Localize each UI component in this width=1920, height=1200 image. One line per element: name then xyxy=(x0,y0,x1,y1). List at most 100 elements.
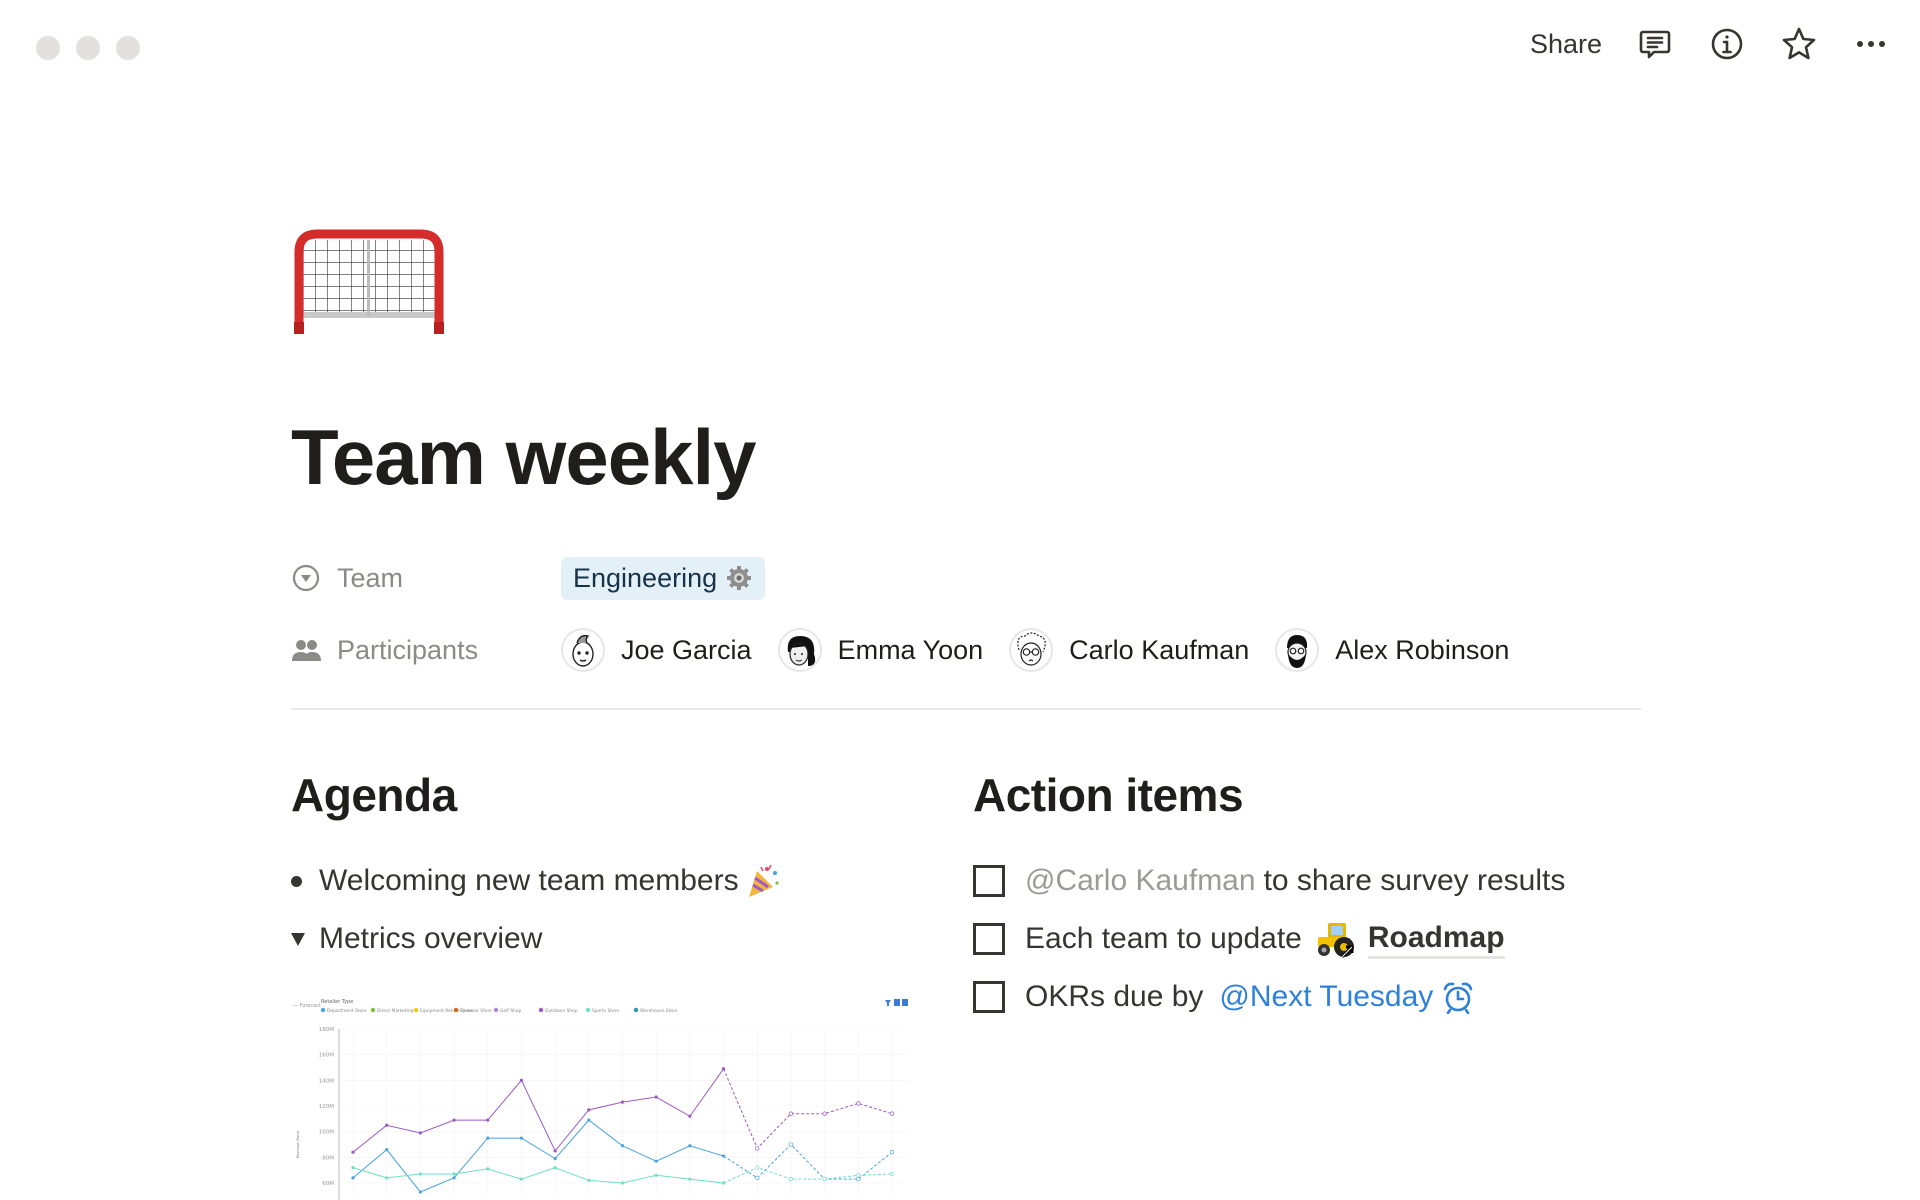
legend-marker xyxy=(320,1007,326,1013)
legend-entry: Department Store xyxy=(327,1008,367,1014)
legend-entry: Warehouse Store xyxy=(640,1008,678,1014)
property-label-team[interactable]: Team xyxy=(291,563,561,594)
gear-icon xyxy=(727,566,752,590)
data-point xyxy=(519,1177,524,1181)
data-point xyxy=(721,1067,726,1071)
todo-item: @Carlo Kaufman to share survey results xyxy=(973,852,1653,910)
y-tick-label: 160M xyxy=(319,1053,334,1059)
data-point xyxy=(721,1154,726,1158)
data-point xyxy=(486,1136,490,1140)
date-mention[interactable]: @Next Tuesday xyxy=(1219,980,1475,1014)
data-point xyxy=(553,1149,557,1153)
team-label: Team xyxy=(337,562,404,593)
participant-emma-yoon[interactable]: Emma Yoon xyxy=(777,628,983,672)
forecast-point xyxy=(889,1150,895,1155)
action-items-column: Action items @Carlo Kaufman to share sur… xyxy=(973,768,1653,1026)
hockey-goal-icon[interactable] xyxy=(291,226,447,338)
forecast-label: — Forecast xyxy=(293,1003,321,1009)
tractor-icon xyxy=(1317,923,1354,959)
data-point xyxy=(553,1166,557,1170)
roadmap-link-label: Roadmap xyxy=(1367,920,1505,959)
close-window-button[interactable] xyxy=(36,36,60,60)
carlo-avatar xyxy=(1009,628,1054,672)
forecast-point xyxy=(889,1171,895,1177)
y-tick-label: 180M xyxy=(319,1027,334,1033)
todo-text: Each team to update xyxy=(1025,922,1302,955)
legend-title: Retailer Type xyxy=(321,999,353,1005)
y-tick-label: 60M xyxy=(322,1181,334,1187)
select-icon xyxy=(291,563,321,593)
y-tick-label: 120M xyxy=(319,1104,334,1110)
action-items-list: @Carlo Kaufman to share survey results E… xyxy=(973,852,1653,1026)
y-tick-label: 80M xyxy=(322,1155,334,1161)
agenda-list: Welcoming new team members Metrics overv… xyxy=(291,852,911,968)
data-point xyxy=(688,1177,692,1181)
participant-carlo-kaufman[interactable]: Carlo Kaufman xyxy=(1009,628,1249,672)
info-icon[interactable] xyxy=(1708,25,1746,63)
forecast-point xyxy=(755,1175,760,1181)
todo-checkbox[interactable] xyxy=(973,981,1005,1013)
todo-checkbox[interactable] xyxy=(973,923,1005,955)
todo-text: OKRs due by xyxy=(1025,980,1204,1013)
legend-marker xyxy=(493,1007,499,1013)
data-point xyxy=(452,1118,456,1122)
toggle-triangle-icon[interactable] xyxy=(291,932,319,946)
agenda-heading[interactable]: Agenda xyxy=(291,768,911,824)
forecast-line-outdoors-shop xyxy=(723,1068,893,1150)
forecast-line-sports-store xyxy=(723,1167,893,1184)
legend-entry: Eyewear Store xyxy=(460,1008,492,1014)
forecast-point xyxy=(788,1111,794,1116)
top-bar: Share xyxy=(1530,22,1890,66)
forecast-point xyxy=(856,1101,861,1106)
data-point xyxy=(486,1118,490,1122)
data-point xyxy=(587,1118,591,1122)
filter-icon xyxy=(885,1000,891,1006)
share-button[interactable]: Share xyxy=(1530,29,1602,60)
property-team: Team Engineering xyxy=(291,553,766,603)
participant-alex-robinson[interactable]: Alex Robinson xyxy=(1275,628,1509,672)
data-point xyxy=(452,1172,456,1176)
data-point xyxy=(620,1100,625,1104)
todo-item: OKRs due by @Next Tuesday xyxy=(973,968,1653,1026)
minimize-window-button[interactable] xyxy=(76,36,100,60)
team-tag[interactable]: Engineering xyxy=(561,556,766,600)
legend-marker xyxy=(370,1007,376,1013)
agenda-item-welcome[interactable]: Welcoming new team members xyxy=(291,852,911,910)
data-point xyxy=(688,1144,692,1148)
legend-marker xyxy=(538,1007,544,1013)
metrics-chart[interactable]: — Forecast Retailer Type Department Store D… xyxy=(291,990,916,1200)
y-tick-label: 140M xyxy=(319,1078,334,1084)
forecast-point xyxy=(856,1176,861,1182)
legend-entry: Sports Store xyxy=(592,1008,619,1014)
data-point xyxy=(654,1159,658,1163)
action-items-heading[interactable]: Action items xyxy=(973,768,1653,824)
series-line-department-store xyxy=(352,1119,724,1193)
star-icon[interactable] xyxy=(1780,25,1818,63)
participant-joe-garcia[interactable]: Joe Garcia xyxy=(561,628,752,672)
legend-marker xyxy=(453,1007,459,1013)
data-point xyxy=(519,1078,524,1082)
team-value: Engineering xyxy=(573,562,718,593)
roadmap-page-link[interactable]: Roadmap xyxy=(1314,919,1505,959)
data-point xyxy=(519,1136,524,1140)
forecast-line-department-store xyxy=(723,1143,893,1180)
data-point xyxy=(385,1123,389,1127)
comment-icon[interactable] xyxy=(1636,25,1674,63)
party-popper-icon xyxy=(748,864,779,897)
zoom-window-button[interactable] xyxy=(116,36,140,60)
forecast-point xyxy=(889,1111,895,1116)
export-icon xyxy=(902,999,908,1006)
todo-text: to share survey results xyxy=(1263,864,1566,897)
more-icon[interactable] xyxy=(1852,25,1890,63)
people-icon xyxy=(291,635,321,665)
user-mention[interactable]: @Carlo Kaufman xyxy=(1025,864,1256,898)
todo-checkbox[interactable] xyxy=(973,865,1005,897)
agenda-item-metrics[interactable]: Metrics overview xyxy=(291,910,911,968)
forecast-point xyxy=(755,1146,760,1151)
todo-item: Each team to update Roadmap xyxy=(973,910,1653,968)
page-title[interactable]: Team weekly xyxy=(291,412,757,503)
data-point xyxy=(654,1173,658,1177)
property-label-participants[interactable]: Participants xyxy=(291,635,561,666)
forecast-point xyxy=(788,1176,794,1182)
legend-entry: Direct Marketing xyxy=(377,1008,414,1014)
